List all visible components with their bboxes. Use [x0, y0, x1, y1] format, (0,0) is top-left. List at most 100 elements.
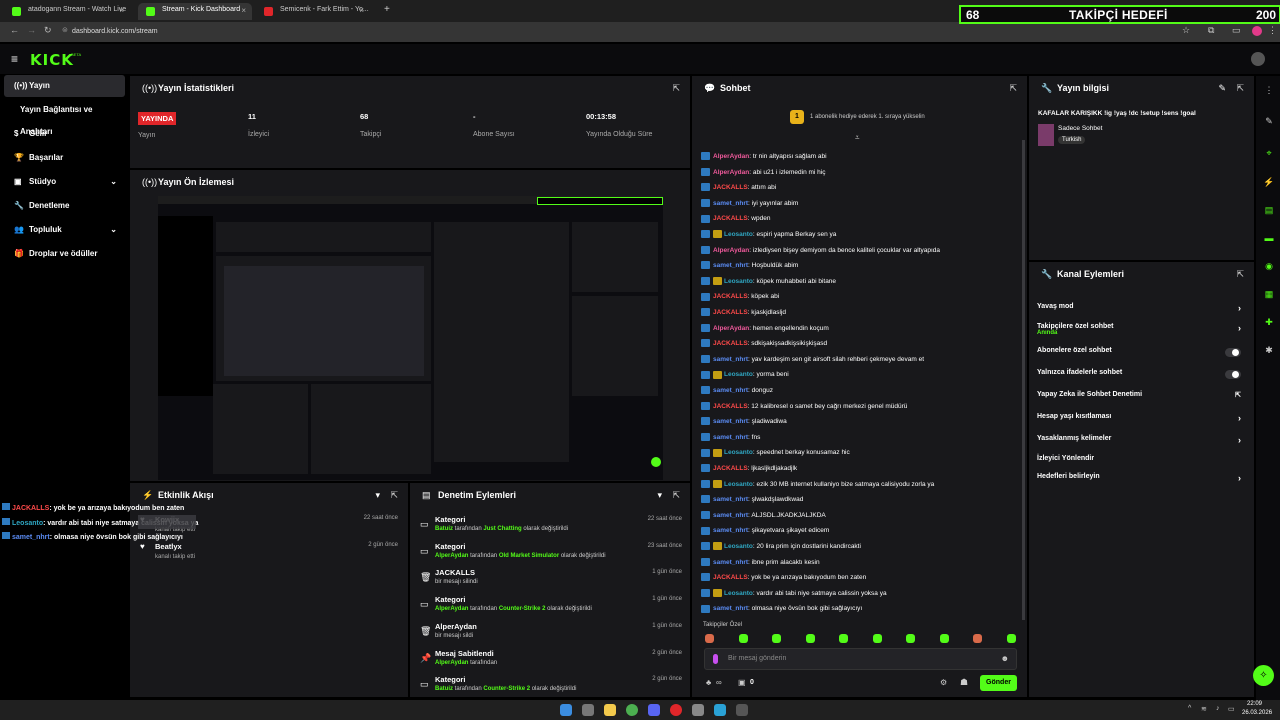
- browser-tab[interactable]: Stream - Kick Dashboard ×: [138, 3, 252, 20]
- chat-username[interactable]: Leosanto: [724, 371, 753, 378]
- chat-username[interactable]: samet_nhrt: [713, 559, 748, 566]
- popout-icon[interactable]: ⇱: [1236, 269, 1244, 280]
- channel-action[interactable]: Takipçilere özel sohbet Anında ›: [1037, 323, 1245, 341]
- chat-username[interactable]: AlperAydan: [713, 169, 749, 176]
- chat-message[interactable]: Leosanto: köpek muhabbeti abi bitane: [701, 274, 1021, 289]
- popout-icon[interactable]: ⇱: [390, 490, 398, 501]
- chat-message[interactable]: Leosanto: yorma beni: [701, 367, 1021, 382]
- fab-button[interactable]: ✧: [1253, 665, 1274, 686]
- activity-item[interactable]: ♥ Beatlyx kanalı takip etti 2 gün önce: [138, 542, 406, 560]
- mod-actor[interactable]: Batuiz: [435, 526, 453, 532]
- chat-message[interactable]: AlperAydan: hemen engellendin koçum: [701, 321, 1021, 336]
- start-icon[interactable]: [560, 704, 572, 716]
- plugin-icon[interactable]: ✱: [1261, 342, 1277, 358]
- emote-icon[interactable]: [973, 634, 982, 643]
- chat-username[interactable]: samet_nhrt: [713, 387, 748, 394]
- emote-icon[interactable]: [1006, 634, 1016, 643]
- popout-icon[interactable]: ⇱: [1236, 83, 1244, 94]
- hamburger-menu-icon[interactable]: ≡: [11, 52, 18, 66]
- chat-message[interactable]: Leosanto: vardır abi tabi niye satmaya c…: [701, 586, 1021, 601]
- broadcast-icon[interactable]: ◉: [1261, 258, 1277, 274]
- emoji-icon[interactable]: ☻: [1001, 654, 1009, 663]
- chat-username[interactable]: JACKALLS: [713, 184, 748, 191]
- browser-tab[interactable]: Semicenk - Fark Ettim - Yo... ×: [256, 3, 370, 20]
- chat-settings-icon[interactable]: ⚙: [940, 678, 947, 687]
- wrench-icon[interactable]: ✚: [1261, 314, 1277, 330]
- chat-username[interactable]: Leosanto: [724, 543, 753, 550]
- battery-icon[interactable]: ▭: [1228, 705, 1235, 713]
- emote-icon[interactable]: [738, 634, 748, 643]
- chat-message[interactable]: samet_nhrt: ALJSDL.JKADKJALJKDA: [701, 508, 1021, 523]
- chat-input-box[interactable]: Bir mesaj gönderin ☻: [704, 648, 1017, 670]
- chat-message[interactable]: samet_nhrt: ibne prim alacaktı kesin: [701, 555, 1021, 570]
- chat-username[interactable]: samet_nhrt: [713, 496, 748, 503]
- channel-action[interactable]: Yavaş mod ›: [1037, 303, 1245, 321]
- edit-icon[interactable]: ✎: [1218, 83, 1226, 94]
- sidebar-item[interactable]: 👥 Topluluk ⌄: [4, 219, 125, 241]
- chat-username[interactable]: samet_nhrt: [713, 527, 748, 534]
- chat-scrollbar[interactable]: [1022, 140, 1025, 620]
- sidebar-item[interactable]: 🎁 Droplar ve ödüller: [4, 243, 125, 265]
- layout-icon[interactable]: ▦: [1261, 286, 1277, 302]
- close-tab-icon[interactable]: ×: [119, 6, 124, 15]
- chat-message[interactable]: samet_nhrt: Hoşbuldük abim: [701, 258, 1021, 273]
- chat-username[interactable]: Leosanto: [724, 481, 753, 488]
- chat-username[interactable]: samet_nhrt: [713, 356, 748, 363]
- filter-icon[interactable]: ▾: [375, 490, 380, 501]
- chat-message[interactable]: Leosanto: ezik 30 MB internet kullaniyo …: [701, 477, 1021, 492]
- chat-username[interactable]: samet_nhrt: [713, 200, 748, 207]
- crosshair-icon[interactable]: ⌖: [1261, 145, 1277, 161]
- mod-actor[interactable]: AlperAydan: [435, 553, 468, 559]
- chat-bot-icon[interactable]: ☗: [960, 677, 968, 688]
- chat-username[interactable]: Leosanto: [724, 231, 753, 238]
- channel-action[interactable]: Hedefleri belirleyin ›: [1037, 473, 1245, 491]
- mod-actor[interactable]: AlperAydan: [435, 660, 468, 666]
- chat-message[interactable]: JACKALLS: köpek abi: [701, 289, 1021, 304]
- toggle-switch[interactable]: [1225, 370, 1241, 379]
- lightning-icon[interactable]: ⚡: [1261, 174, 1277, 190]
- chat-username[interactable]: AlperAydan: [713, 325, 749, 332]
- channel-action[interactable]: Hesap yaşı kısıtlaması ›: [1037, 413, 1245, 431]
- chat-message[interactable]: AlperAydan: tr nin altyapısı sağlam abi: [701, 149, 1021, 164]
- chat-username[interactable]: samet_nhrt: [713, 605, 748, 612]
- kick-logo[interactable]: KICK: [30, 51, 74, 69]
- chat-username[interactable]: samet_nhrt: [713, 262, 748, 269]
- popout-icon[interactable]: ⇱: [672, 490, 680, 501]
- opera-icon[interactable]: [670, 704, 682, 716]
- wifi-icon[interactable]: ≋: [1201, 705, 1207, 713]
- forward-icon[interactable]: →: [27, 25, 36, 35]
- browser-menu-icon[interactable]: ⋮: [1268, 25, 1277, 36]
- chat-message[interactable]: samet_nhrt: olmasa niye övsün bok gibi s…: [701, 601, 1021, 616]
- discord-icon[interactable]: [648, 704, 660, 716]
- mod-actor[interactable]: AlperAydan: [435, 606, 468, 612]
- extensions-icon[interactable]: ⧉: [1208, 25, 1214, 36]
- chat-message[interactable]: samet_nhrt: yav kardeşim sen git airsoft…: [701, 352, 1021, 367]
- more-icon[interactable]: ⋮: [1261, 82, 1277, 98]
- bookmark-star-icon[interactable]: ☆: [1182, 25, 1190, 36]
- filter-icon[interactable]: ▾: [657, 490, 662, 501]
- send-button[interactable]: Gönder: [980, 675, 1017, 691]
- chat-message[interactable]: JACKALLS: wpden: [701, 211, 1021, 226]
- emote-icon[interactable]: [705, 634, 714, 643]
- chat-message[interactable]: Leosanto: speednet berkay konusamaz hic: [701, 445, 1021, 460]
- chat-username[interactable]: JACKALLS: [713, 465, 748, 472]
- clipboard-icon[interactable]: ▤: [1261, 202, 1277, 218]
- browser-tab[interactable]: atadogann Stream - Watch Live ×: [4, 3, 130, 20]
- chat-message[interactable]: JACKALLS: attım abi: [701, 180, 1021, 195]
- chat-message[interactable]: AlperAydan: abi u21 i izlemedin mi hiç: [701, 165, 1021, 180]
- chat-message[interactable]: samet_nhrt: fns: [701, 430, 1021, 445]
- chat-message[interactable]: AlperAydan: izlediysen bişey demiyom da …: [701, 243, 1021, 258]
- emote-icon[interactable]: [906, 634, 915, 643]
- chat-message[interactable]: samet_nhrt: şikayetvara şikayet edicem: [701, 523, 1021, 538]
- chat-message[interactable]: samet_nhrt: şladiwadiwa: [701, 414, 1021, 429]
- obs-icon[interactable]: [736, 704, 748, 716]
- channel-action[interactable]: İzleyici Yönlendir: [1037, 455, 1245, 473]
- chat-username[interactable]: samet_nhrt: [713, 418, 748, 425]
- chat-message[interactable]: JACKALLS: sdkişakişsadkişsikişkişasd: [701, 336, 1021, 351]
- mod-action-item[interactable]: ▭ Kategori AlperAydan tarafından Old Marke…: [418, 542, 688, 569]
- clock-date[interactable]: 26.03.2026: [1242, 710, 1272, 716]
- sidebar-item[interactable]: 🔧 Denetleme: [4, 195, 125, 217]
- emote-icon[interactable]: [939, 634, 949, 643]
- chat-message[interactable]: samet_nhrt: iyi yayınlar abim: [701, 196, 1021, 211]
- chat-message[interactable]: Leosanto: espiri yapma Berkay sen ya: [701, 227, 1021, 242]
